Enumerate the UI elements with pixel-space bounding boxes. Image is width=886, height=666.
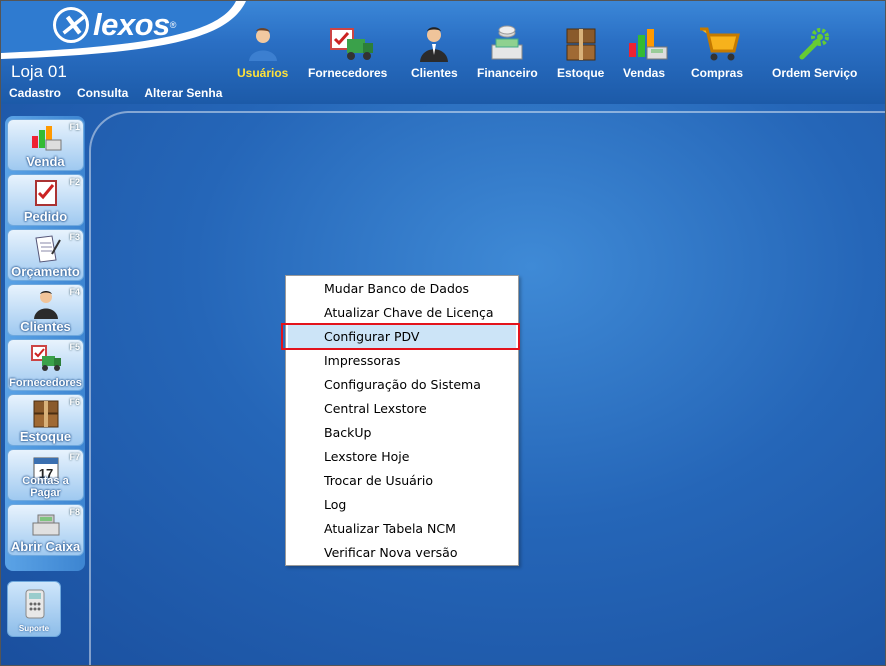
support-label: Suporte bbox=[18, 624, 50, 633]
module-toolbar: Usuários Fornecedores Clientes Financeir… bbox=[231, 25, 881, 85]
header-bar: ✕ lexos ® Loja 01 Cadastro Consulta Alte… bbox=[1, 1, 885, 104]
module-compras[interactable]: Compras bbox=[691, 25, 743, 80]
shortcut-key: F7 bbox=[69, 452, 80, 462]
menu-item-configuracao-do-sistema[interactable]: Configuração do Sistema bbox=[288, 373, 516, 397]
shortcut-clientes[interactable]: F4 Clientes bbox=[7, 284, 84, 336]
shortcut-key: F2 bbox=[69, 177, 80, 187]
menu-item-trocar-de-usuario[interactable]: Trocar de Usuário bbox=[288, 469, 516, 493]
phone-icon bbox=[25, 589, 45, 619]
menu-item-atualizar-tabela-ncm[interactable]: Atualizar Tabela NCM bbox=[288, 517, 516, 541]
shortcut-key: F1 bbox=[69, 122, 80, 132]
shortcut-label: Contas a Pagar bbox=[22, 475, 69, 499]
shortcut-label: Pedido bbox=[23, 209, 68, 224]
module-label: Usuários bbox=[237, 66, 289, 80]
brand-name: lexos bbox=[93, 7, 170, 42]
box-icon bbox=[562, 25, 600, 63]
menu-item-mudar-banco-de-dados[interactable]: Mudar Banco de Dados bbox=[288, 277, 516, 301]
module-ordem-servico[interactable]: Ordem Serviço bbox=[772, 25, 857, 80]
context-menu: Mudar Banco de Dados Atualizar Chave de … bbox=[285, 275, 519, 566]
cash-register-icon bbox=[32, 514, 60, 536]
module-vendas[interactable]: Vendas bbox=[623, 25, 668, 80]
user-icon bbox=[244, 25, 282, 63]
menu-item-central-lexstore[interactable]: Central Lexstore bbox=[288, 397, 516, 421]
shortcut-fornecedores[interactable]: F5 Fornecedores bbox=[7, 339, 84, 391]
shortcut-label: Clientes bbox=[20, 319, 71, 334]
truck-icon bbox=[31, 345, 61, 371]
logo-x-icon: ✕ bbox=[53, 7, 89, 43]
shortcut-key: F8 bbox=[69, 507, 80, 517]
menu-alterar-senha[interactable]: Alterar Senha bbox=[144, 86, 222, 102]
shortcut-key: F4 bbox=[69, 287, 80, 297]
module-estoque[interactable]: Estoque bbox=[557, 25, 604, 80]
module-label: Ordem Serviço bbox=[772, 66, 858, 80]
shortcut-key: F5 bbox=[69, 342, 80, 352]
shortcut-label: Abrir Caixa bbox=[10, 539, 81, 554]
customer-icon bbox=[34, 291, 58, 319]
menu-item-lexstore-hoje[interactable]: Lexstore Hoje bbox=[288, 445, 516, 469]
module-label: Estoque bbox=[557, 66, 605, 80]
shortcut-label: Orçamento bbox=[11, 264, 80, 279]
menu-item-configurar-pdv[interactable]: Configurar PDV bbox=[288, 325, 516, 349]
shortcut-orcamento[interactable]: F3 Orçamento bbox=[7, 229, 84, 281]
store-name: Loja 01 bbox=[11, 62, 67, 81]
module-label: Compras bbox=[691, 66, 744, 80]
sales-chart-icon bbox=[32, 126, 62, 151]
menu-item-log[interactable]: Log bbox=[288, 493, 516, 517]
wrench-gear-icon bbox=[796, 25, 834, 63]
checklist-icon bbox=[35, 180, 57, 206]
brand-registered-mark: ® bbox=[169, 20, 177, 30]
menu-item-verificar-nova-versao[interactable]: Verificar Nova versão bbox=[288, 541, 516, 565]
menu-item-impressoras[interactable]: Impressoras bbox=[288, 349, 516, 373]
shopping-cart-icon bbox=[698, 25, 740, 63]
shortcut-pedido[interactable]: F2 Pedido bbox=[7, 174, 84, 226]
support-button[interactable]: Suporte bbox=[7, 581, 61, 637]
document-icon bbox=[35, 235, 61, 263]
module-financeiro[interactable]: Financeiro bbox=[477, 25, 538, 80]
money-icon bbox=[488, 25, 526, 63]
app-window: ✕ lexos ® Loja 01 Cadastro Consulta Alte… bbox=[0, 0, 886, 666]
shortcut-contas-a-pagar[interactable]: F7 17 Contas a Pagar bbox=[7, 449, 84, 501]
shortcut-label: Fornecedores bbox=[9, 377, 82, 389]
module-clientes[interactable]: Clientes bbox=[411, 25, 458, 80]
module-usuarios[interactable]: Usuários bbox=[237, 25, 288, 80]
shortcut-abrir-caixa[interactable]: F8 Abrir Caixa bbox=[7, 504, 84, 556]
menu-bar: Cadastro Consulta Alterar Senha bbox=[1, 86, 885, 102]
menu-consulta[interactable]: Consulta bbox=[77, 86, 128, 102]
module-label: Fornecedores bbox=[308, 66, 388, 80]
menu-item-atualizar-chave-de-licenca[interactable]: Atualizar Chave de Licença bbox=[288, 301, 516, 325]
sales-chart-icon bbox=[625, 25, 668, 63]
module-fornecedores[interactable]: Fornecedores bbox=[308, 25, 387, 80]
module-label: Financeiro bbox=[477, 66, 538, 80]
customer-icon bbox=[415, 25, 453, 63]
module-label: Vendas bbox=[623, 66, 666, 80]
shortcut-label: Estoque bbox=[19, 429, 72, 444]
shortcut-key: F3 bbox=[69, 232, 80, 242]
box-icon bbox=[33, 400, 59, 428]
shortcut-key: F6 bbox=[69, 397, 80, 407]
truck-icon bbox=[329, 25, 373, 63]
shortcut-sidebar: F1 Venda F2 Pedido F3 Orçamento F4 Clien… bbox=[5, 116, 85, 571]
module-label: Clientes bbox=[411, 66, 458, 80]
menu-item-backup[interactable]: BackUp bbox=[288, 421, 516, 445]
menu-cadastro[interactable]: Cadastro bbox=[9, 86, 61, 102]
lexos-logo: ✕ lexos ® bbox=[53, 7, 176, 43]
shortcut-estoque[interactable]: F6 Estoque bbox=[7, 394, 84, 446]
shortcut-label: Venda bbox=[26, 154, 65, 169]
shortcut-venda[interactable]: F1 Venda bbox=[7, 119, 84, 171]
